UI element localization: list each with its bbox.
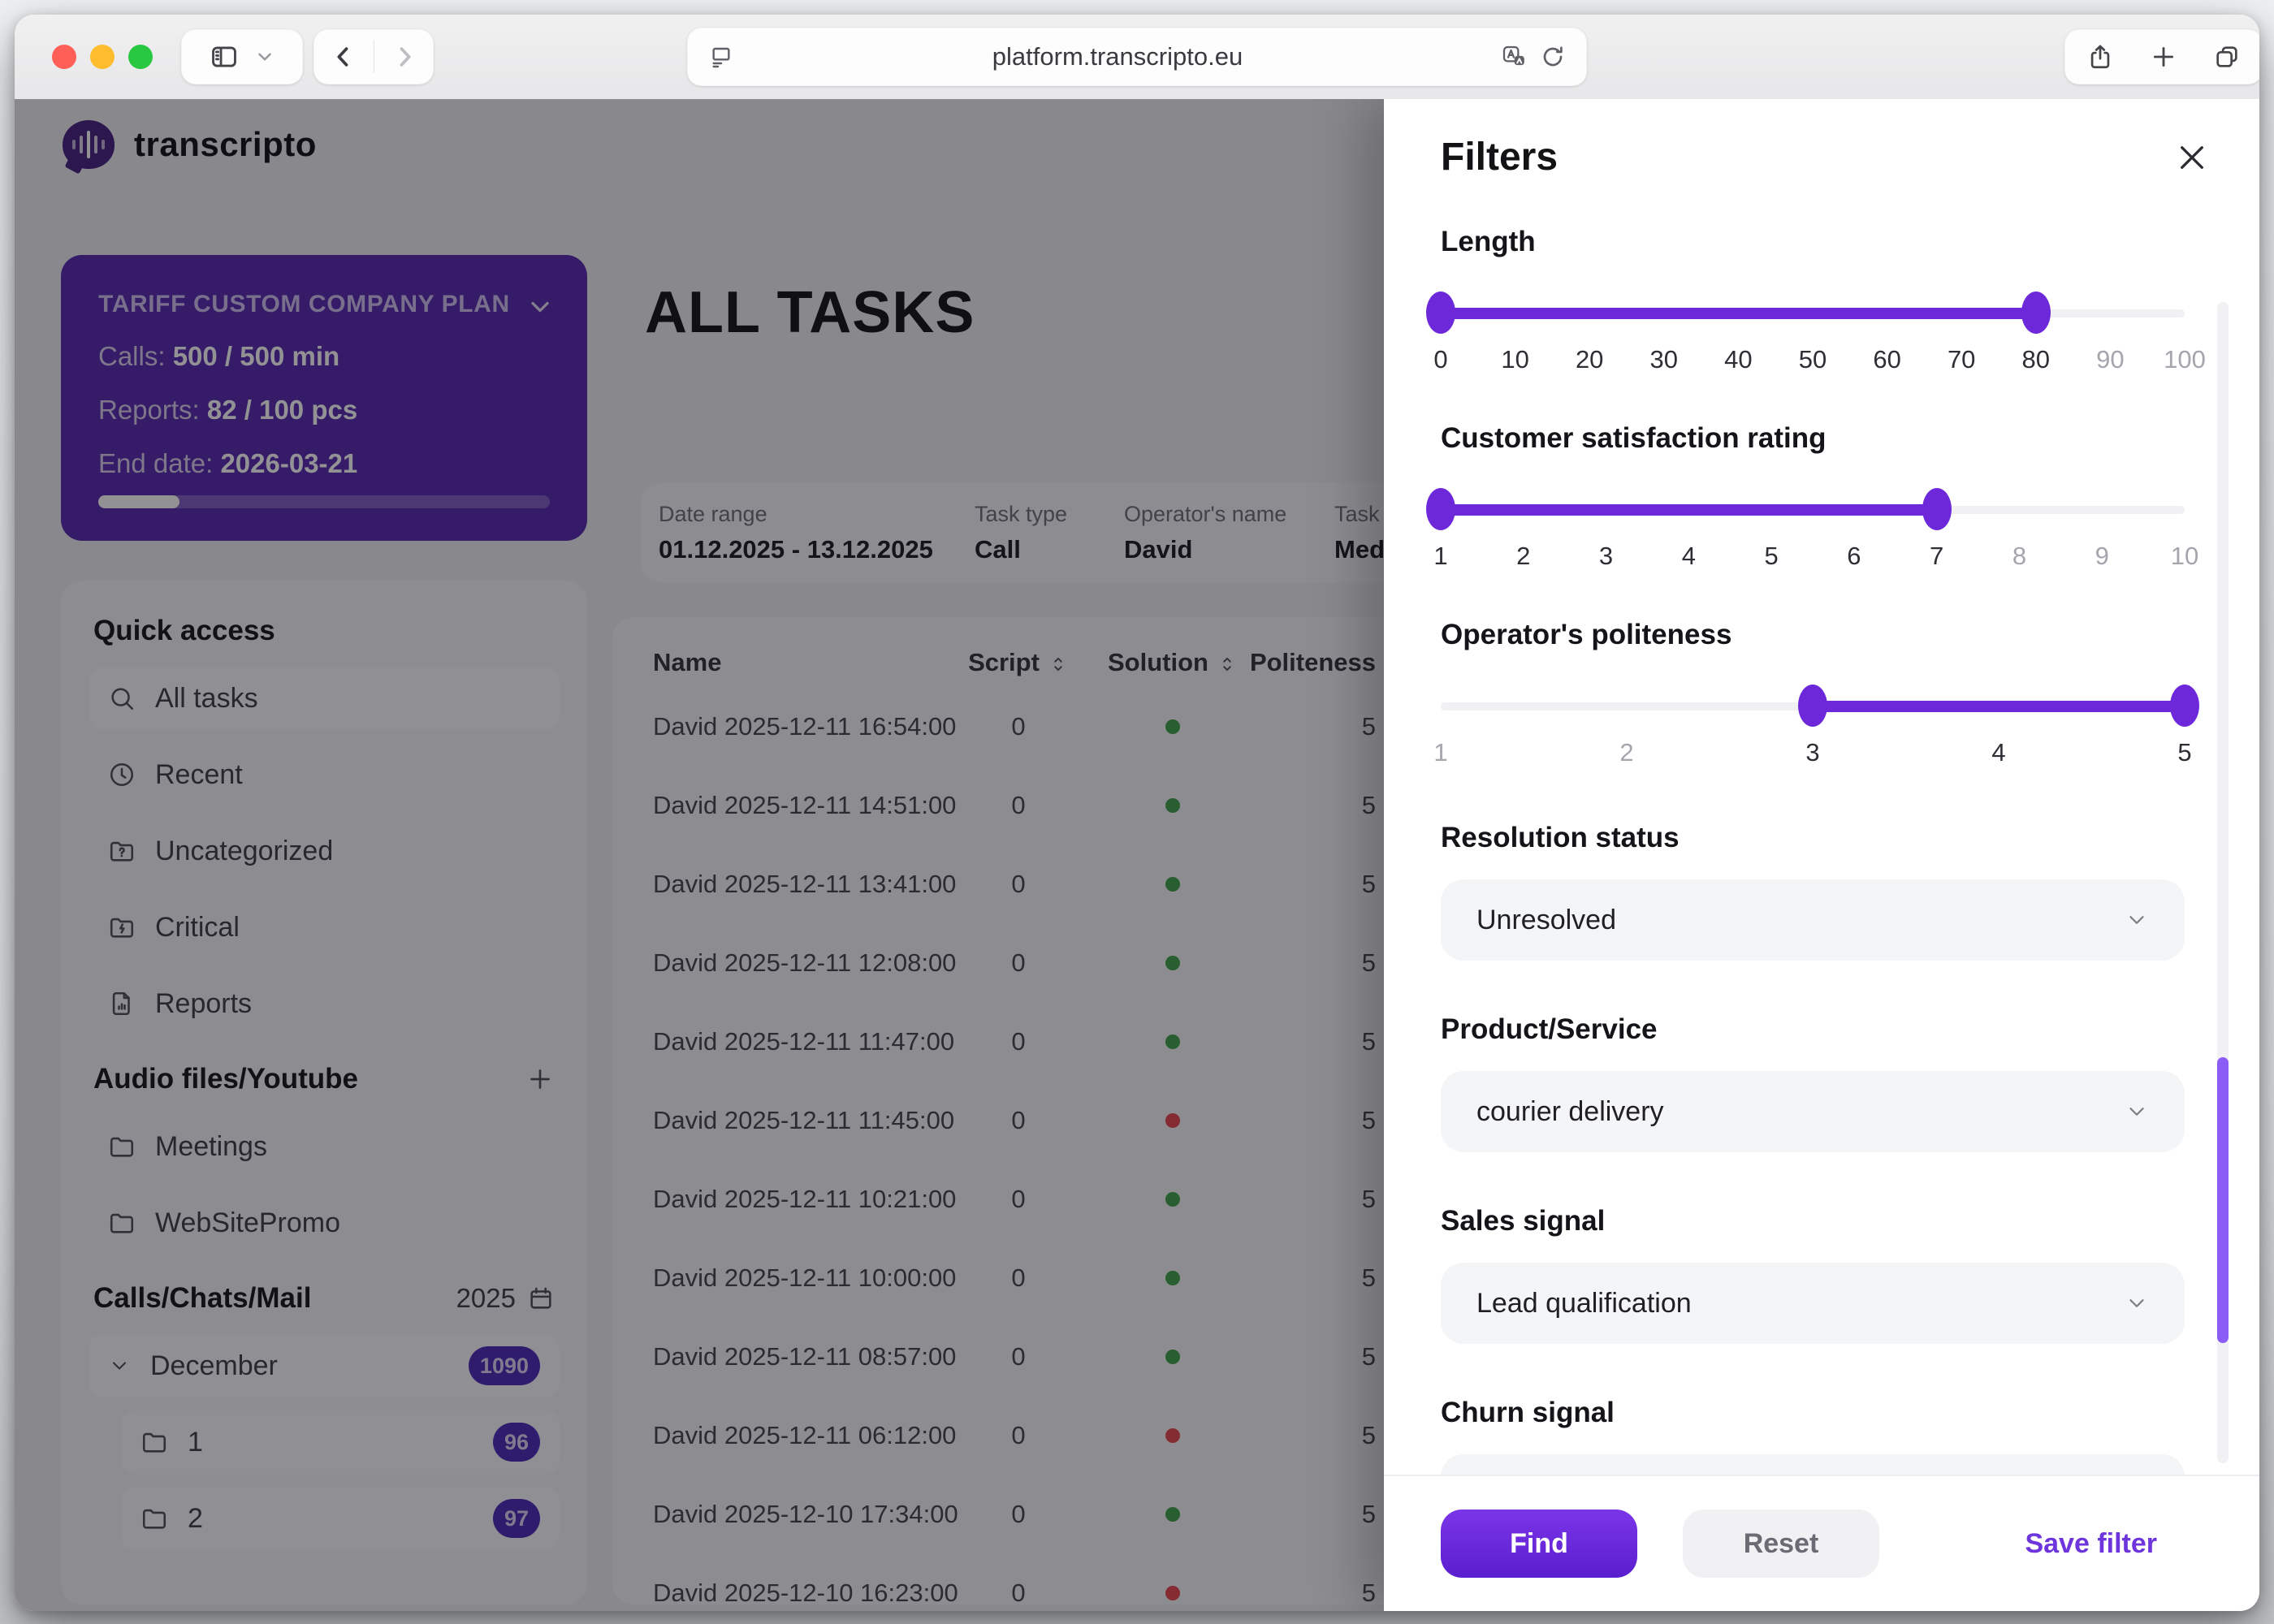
range-slider-customer-satisfaction-rating: 12345678910 [1441, 467, 2185, 572]
tick-label: 1 [1433, 542, 1447, 571]
browser-toolbar: platform.transcripto.eu [15, 15, 2259, 100]
url-bar[interactable]: platform.transcripto.eu [687, 28, 1587, 86]
range-slider-length: 0102030405060708090100 [1441, 270, 2185, 376]
new-tab-icon[interactable] [2150, 43, 2177, 71]
filter-label: Operator's politeness [1441, 618, 2185, 652]
select-resolution-status[interactable]: Unresolved [1441, 879, 2185, 961]
slider-thumb-max[interactable] [2021, 292, 2051, 334]
save-filter-link[interactable]: Save filter [2025, 1528, 2157, 1560]
slider-thumb-min[interactable] [1798, 685, 1827, 727]
reset-button[interactable]: Reset [1683, 1510, 1879, 1578]
tick-label: 2 [1516, 542, 1530, 571]
tick-label: 6 [1847, 542, 1861, 571]
slider-range[interactable] [1813, 701, 2185, 712]
minimize-window-button[interactable] [90, 45, 115, 69]
filter-label: Product/Service [1441, 1013, 2185, 1047]
reader-icon[interactable] [708, 44, 734, 70]
tick-label: 30 [1650, 345, 1678, 374]
select-sales-signal[interactable]: Lead qualification [1441, 1263, 2185, 1344]
sidebar-toggle-group [181, 29, 303, 84]
filters-panel: Filters Length 0 10 20 30 40 50 60 70 80 90 100 Cu… [1384, 99, 2259, 1611]
tick-label: 8 [2012, 542, 2026, 571]
sidebar-toggle-icon[interactable] [209, 41, 240, 72]
slider-ticks: 12345678910 [1441, 542, 2185, 574]
browser-window: platform.transcripto.eu [15, 15, 2259, 1611]
select-product-service[interactable]: courier delivery [1441, 1071, 2185, 1152]
tick-label: 60 [1873, 345, 1900, 374]
tick-label: 7 [1930, 542, 1943, 571]
find-button[interactable]: Find [1441, 1510, 1637, 1578]
toolbar-actions-group [2064, 29, 2259, 84]
close-window-button[interactable] [52, 45, 76, 69]
tick-label: 3 [1805, 738, 1819, 767]
tick-label: 3 [1599, 542, 1613, 571]
filter-section-length: Length 0102030405060708090100 [1441, 225, 2185, 376]
tick-label: 5 [2177, 738, 2191, 767]
filter-section-churn-signal: Churn signal [1441, 1396, 2185, 1475]
filters-title: Filters [1441, 135, 1558, 179]
select-churn-signal[interactable] [1441, 1454, 2185, 1475]
web-page: transcripto TARIFF CUSTOM COMPANY PLAN C… [15, 99, 2259, 1611]
chevron-down-icon [2125, 908, 2149, 932]
tick-label: 100 [2164, 345, 2206, 374]
tick-label: 20 [1576, 345, 1603, 374]
tick-label: 2 [1619, 738, 1633, 767]
filter-label: Resolution status [1441, 821, 2185, 855]
chevron-down-icon [2125, 1099, 2149, 1124]
url-text[interactable]: platform.transcripto.eu [734, 42, 1501, 71]
filter-section-resolution-status: Resolution status Unresolved [1441, 821, 2185, 961]
tick-label: 70 [1948, 345, 1975, 374]
back-icon[interactable] [330, 43, 357, 71]
slider-ticks: 12345 [1441, 738, 2185, 771]
tick-label: 4 [1682, 542, 1696, 571]
slider-thumb-max[interactable] [2170, 685, 2199, 727]
scrollbar[interactable] [2217, 302, 2229, 1463]
tick-label: 4 [1991, 738, 2005, 767]
select-value: Unresolved [1476, 905, 1616, 936]
filter-label: Customer satisfaction rating [1441, 421, 2185, 456]
translate-icon[interactable] [1501, 44, 1527, 70]
tabs-overview-icon[interactable] [2213, 43, 2241, 71]
tick-label: 90 [2096, 345, 2124, 374]
reload-icon[interactable] [1540, 44, 1566, 70]
select-value: Lead qualification [1476, 1288, 1692, 1320]
close-icon[interactable] [2175, 140, 2209, 175]
tick-label: 5 [1764, 542, 1778, 571]
filter-label: Sales signal [1441, 1204, 2185, 1238]
scrollbar-thumb[interactable] [2217, 1057, 2229, 1343]
share-icon[interactable] [2086, 43, 2114, 71]
tick-label: 1 [1433, 738, 1447, 767]
slider-thumb-max[interactable] [1922, 488, 1952, 530]
range-slider-operator-s-politeness: 12345 [1441, 663, 2185, 769]
slider-range[interactable] [1441, 308, 2036, 319]
filter-section-sales-signal: Sales signal Lead qualification [1441, 1204, 2185, 1344]
slider-ticks: 0102030405060708090100 [1441, 345, 2185, 378]
select-value: courier delivery [1476, 1096, 1664, 1128]
tick-label: 9 [2095, 542, 2109, 571]
zoom-window-button[interactable] [128, 45, 153, 69]
tick-label: 50 [1799, 345, 1827, 374]
nav-buttons-group [313, 29, 434, 84]
forward-icon[interactable] [391, 43, 418, 71]
chevron-down-icon[interactable] [254, 46, 275, 67]
tick-label: 80 [2022, 345, 2050, 374]
tick-label: 10 [1501, 345, 1528, 374]
filter-section-operator-s-politeness: Operator's politeness 12345 [1441, 618, 2185, 769]
slider-thumb-min[interactable] [1426, 292, 1455, 334]
filter-section-product-service: Product/Service courier delivery [1441, 1013, 2185, 1152]
tick-label: 40 [1724, 345, 1752, 374]
desktop: platform.transcripto.eu [0, 0, 2274, 1624]
tick-label: 10 [2171, 542, 2198, 571]
filter-section-customer-satisfaction-rating: Customer satisfaction rating 12345678910 [1441, 421, 2185, 572]
slider-thumb-min[interactable] [1426, 488, 1455, 530]
filters-footer: Find Reset Save filter [1384, 1475, 2259, 1611]
slider-range[interactable] [1441, 504, 1937, 516]
chevron-down-icon [2125, 1291, 2149, 1315]
tick-label: 0 [1433, 345, 1447, 374]
filter-label: Length [1441, 225, 2185, 259]
filter-label: Churn signal [1441, 1396, 2185, 1430]
